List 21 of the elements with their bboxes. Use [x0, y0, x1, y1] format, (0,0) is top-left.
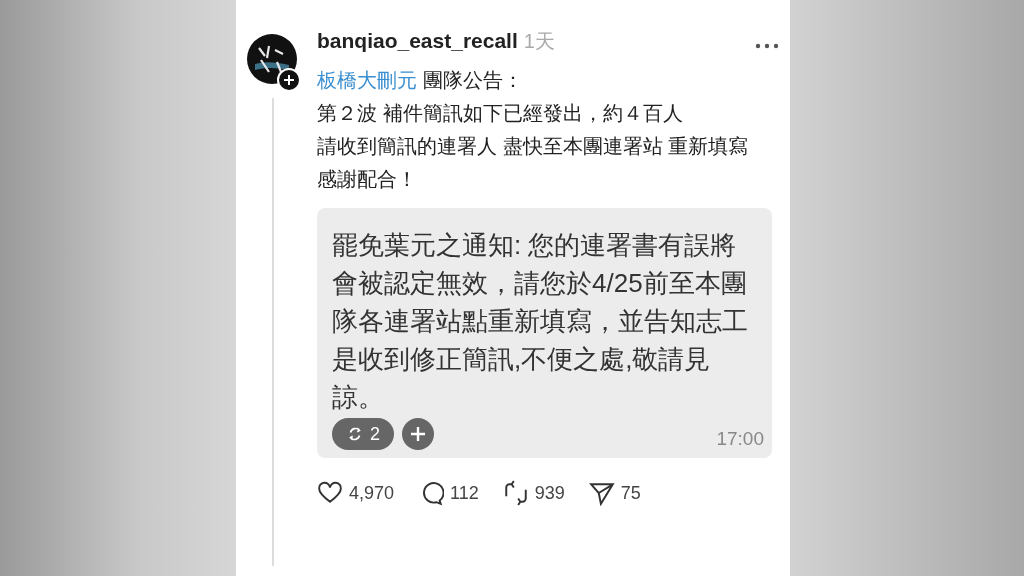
username[interactable]: banqiao_east_recall — [317, 29, 518, 53]
post-text: 請收到簡訊的連署人 盡快至本團連署站 重新填寫 — [317, 134, 750, 159]
post-time: 1天 — [523, 29, 555, 54]
mention-link[interactable]: 板橋大刪元 — [317, 69, 417, 91]
post-text: 團隊公告： — [422, 69, 523, 91]
repost-count-button[interactable]: 2 — [332, 418, 394, 450]
share-button[interactable]: 75 — [588, 480, 641, 506]
like-button[interactable]: 4,970 — [317, 480, 395, 506]
heart-icon — [317, 480, 343, 506]
add-button[interactable] — [402, 418, 434, 450]
repost-icon — [502, 480, 529, 506]
more-icon[interactable] — [755, 43, 779, 49]
paper-plane-icon — [588, 480, 615, 506]
post-text: 第２波 補件簡訊如下已經發出，約４百人 — [317, 101, 684, 126]
post-text: 感謝配合！ — [317, 167, 418, 192]
message-time: 17:00 — [716, 428, 764, 450]
comment-button[interactable]: 112 — [418, 480, 479, 506]
follow-plus-icon[interactable] — [277, 68, 301, 92]
message-text: 罷免葉元之通知: 您的連署書有誤將會被認定無效，請您於4/25前至本團隊各連署站點重新填寫，並告知志工是收到修正簡訊,不便之處,敬請見諒。 — [332, 229, 749, 414]
repost-icon — [346, 425, 364, 443]
repost-button[interactable]: 939 — [502, 480, 565, 506]
